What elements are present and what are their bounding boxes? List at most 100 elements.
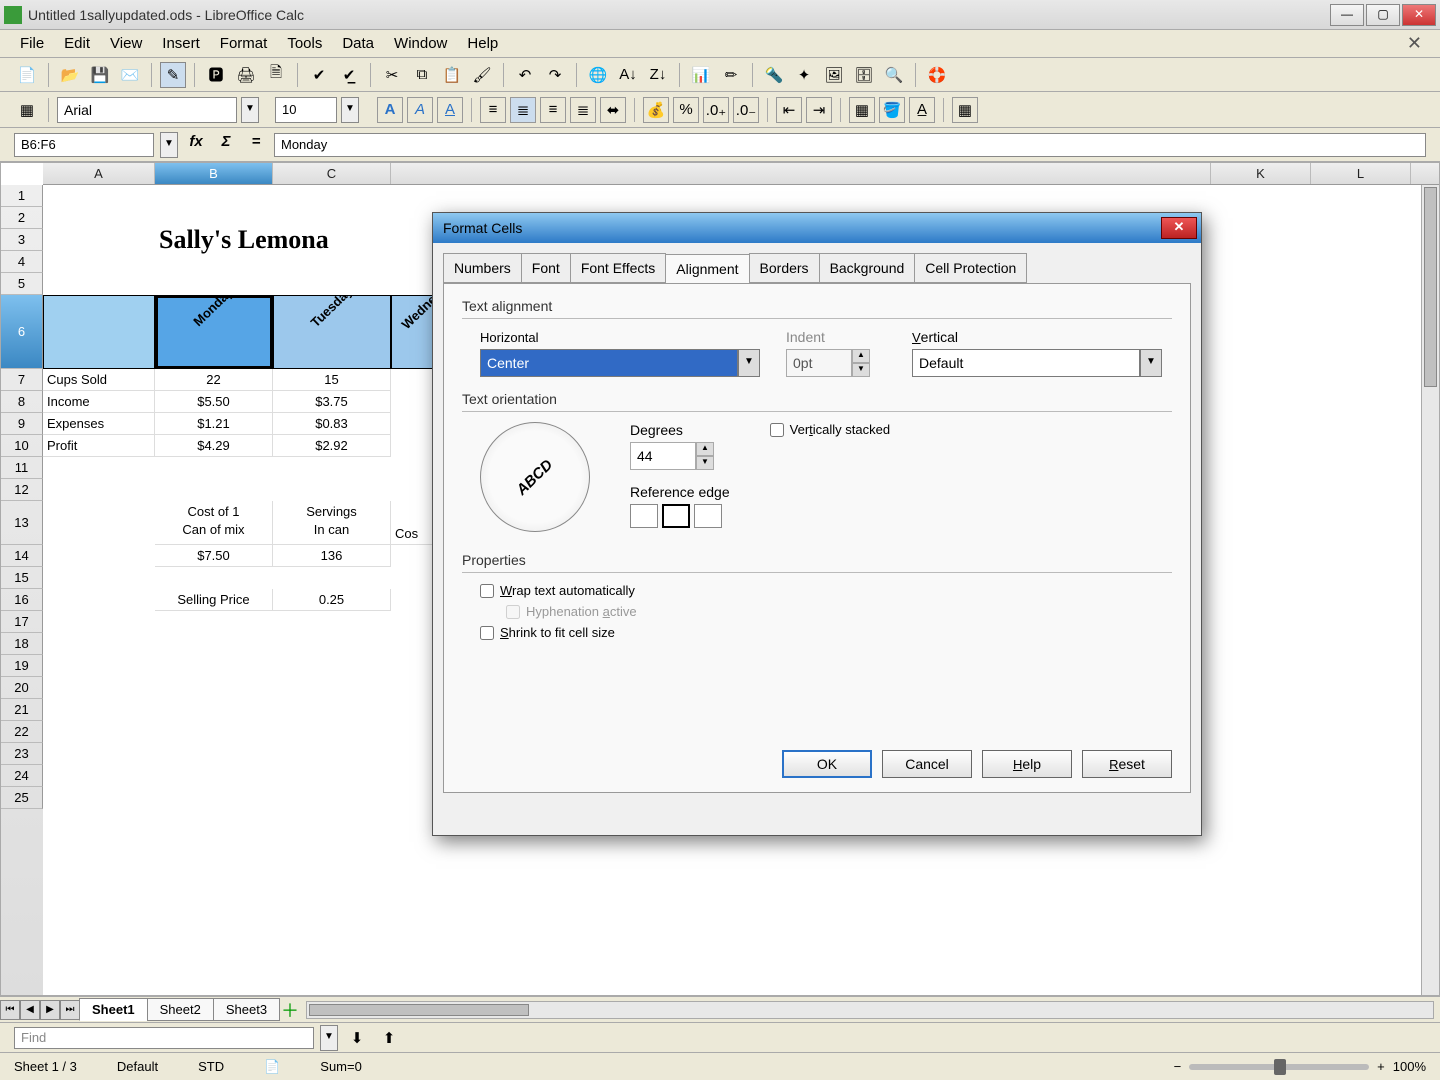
label-cups[interactable]: Cups Sold (43, 369, 155, 391)
chevron-down-icon[interactable]: ▼ (738, 349, 760, 377)
remove-decimal-icon[interactable]: .0₋ (733, 97, 759, 123)
open-icon[interactable]: 📂 (57, 62, 83, 88)
col-header-l[interactable]: L (1311, 163, 1411, 184)
menu-format[interactable]: Format (210, 31, 278, 56)
fontcolor-icon[interactable]: A̲ (909, 97, 935, 123)
status-insert-icon[interactable]: 📄 (264, 1059, 280, 1075)
sort-asc-icon[interactable]: A↓ (615, 62, 641, 88)
currency-icon[interactable]: 💰 (643, 97, 669, 123)
row-header[interactable]: 25 (1, 787, 43, 809)
spin-up-icon[interactable]: ▲ (852, 349, 870, 363)
cell[interactable]: $3.75 (273, 391, 391, 413)
sheet-nav-next-icon[interactable]: ▶ (40, 1000, 60, 1020)
vertically-stacked-checkbox[interactable] (770, 423, 784, 437)
row-header[interactable]: 14 (1, 545, 43, 567)
sheet-nav-first-icon[interactable]: ⏮ (0, 1000, 20, 1020)
cancel-button[interactable]: Cancel (882, 750, 972, 778)
cell[interactable]: 0.25 (273, 589, 391, 611)
ref-edge-upper-button[interactable] (662, 504, 690, 528)
font-name-dropdown-icon[interactable]: ▼ (241, 97, 259, 123)
format-paintbrush-icon[interactable]: 🖌 (469, 62, 495, 88)
spin-down-icon[interactable]: ▼ (696, 456, 714, 470)
row-header[interactable]: 20 (1, 677, 43, 699)
cell[interactable]: $7.50 (155, 545, 273, 567)
window-minimize-button[interactable]: — (1330, 4, 1364, 26)
find-dropdown-icon[interactable]: ▼ (320, 1025, 338, 1051)
copy-icon[interactable]: ⧉ (409, 62, 435, 88)
row-header[interactable]: 16 (1, 589, 43, 611)
row-header[interactable]: 23 (1, 743, 43, 765)
ref-edge-inside-button[interactable] (694, 504, 722, 528)
find-prev-icon[interactable]: ⬆ (376, 1025, 402, 1051)
cell-reference-input[interactable]: B6:F6 (14, 133, 154, 157)
zoom-out-icon[interactable]: − (1174, 1059, 1182, 1074)
font-name-input[interactable]: Arial (57, 97, 237, 123)
ref-edge-lower-button[interactable] (630, 504, 658, 528)
cell[interactable]: $4.29 (155, 435, 273, 457)
row-header[interactable]: 17 (1, 611, 43, 633)
menu-data[interactable]: Data (332, 31, 384, 56)
menu-tools[interactable]: Tools (277, 31, 332, 56)
font-size-input[interactable]: 10 (275, 97, 337, 123)
col-header-a[interactable]: A (43, 163, 155, 184)
font-size-dropdown-icon[interactable]: ▼ (341, 97, 359, 123)
print-icon[interactable]: 🖨 (233, 62, 259, 88)
align-right-icon[interactable]: ≡ (540, 97, 566, 123)
vertical-combo[interactable]: Default ▼ (912, 349, 1162, 377)
label-profit[interactable]: Profit (43, 435, 155, 457)
menu-help[interactable]: Help (457, 31, 508, 56)
dialog-close-button[interactable]: ✕ (1161, 217, 1197, 239)
shrink-checkbox[interactable] (480, 626, 494, 640)
horizontal-combo[interactable]: Center ▼ (480, 349, 760, 377)
chart-icon[interactable]: 📊 (688, 62, 714, 88)
save-icon[interactable]: 💾 (87, 62, 113, 88)
navigator-icon[interactable]: ✦ (791, 62, 817, 88)
equals-icon[interactable]: = (244, 133, 268, 157)
align-center-icon[interactable]: ≣ (510, 97, 536, 123)
row-header[interactable]: 21 (1, 699, 43, 721)
row-header[interactable]: 19 (1, 655, 43, 677)
menu-view[interactable]: View (100, 31, 152, 56)
cut-icon[interactable]: ✂ (379, 62, 405, 88)
header-tuesday[interactable]: Tuesday (273, 295, 391, 369)
menu-edit[interactable]: Edit (54, 31, 100, 56)
chevron-down-icon[interactable]: ▼ (1140, 349, 1162, 377)
italic-icon[interactable]: A (407, 97, 433, 123)
row-header[interactable]: 9 (1, 413, 43, 435)
dialog-tab-numbers[interactable]: Numbers (443, 253, 522, 283)
zoom-slider[interactable] (1189, 1064, 1369, 1070)
rotation-dial[interactable]: ABCD (480, 422, 590, 532)
align-justify-icon[interactable]: ≣ (570, 97, 596, 123)
sheet-tab-3[interactable]: Sheet3 (213, 998, 280, 1021)
find-input[interactable]: Find (14, 1027, 314, 1049)
cell-ref-dropdown-icon[interactable]: ▼ (160, 132, 178, 158)
row-header[interactable]: 1 (1, 185, 43, 207)
sheet-tab-1[interactable]: Sheet1 (79, 998, 148, 1021)
show-draw-icon[interactable]: ✏ (718, 62, 744, 88)
label-income[interactable]: Income (43, 391, 155, 413)
reset-button[interactable]: Reset (1082, 750, 1172, 778)
col-header-b[interactable]: B (155, 163, 273, 184)
styles-icon[interactable]: ▦ (14, 97, 40, 123)
underline-icon[interactable]: A (437, 97, 463, 123)
zoom-in-icon[interactable]: + (1377, 1059, 1385, 1074)
row-header[interactable]: 15 (1, 567, 43, 589)
dialog-tab-cell-protection[interactable]: Cell Protection (914, 253, 1027, 283)
add-decimal-icon[interactable]: .0₊ (703, 97, 729, 123)
hyperlink-icon[interactable]: 🌐 (585, 62, 611, 88)
bgcolor-icon[interactable]: 🪣 (879, 97, 905, 123)
dialog-tab-font-effects[interactable]: Font Effects (570, 253, 666, 283)
dialog-tab-borders[interactable]: Borders (749, 253, 820, 283)
row-header[interactable]: 5 (1, 273, 43, 295)
row-header[interactable]: 8 (1, 391, 43, 413)
spin-down-icon[interactable]: ▼ (852, 363, 870, 377)
menu-insert[interactable]: Insert (152, 31, 210, 56)
cell[interactable]: 15 (273, 369, 391, 391)
edit-mode-icon[interactable]: ✎ (160, 62, 186, 88)
sheet-tab-2[interactable]: Sheet2 (147, 998, 214, 1021)
dialog-tab-font[interactable]: Font (521, 253, 571, 283)
borders-icon[interactable]: ▦ (849, 97, 875, 123)
help-icon[interactable]: 🛟 (924, 62, 950, 88)
formula-input[interactable]: Monday (274, 133, 1426, 157)
spin-up-icon[interactable]: ▲ (696, 442, 714, 456)
